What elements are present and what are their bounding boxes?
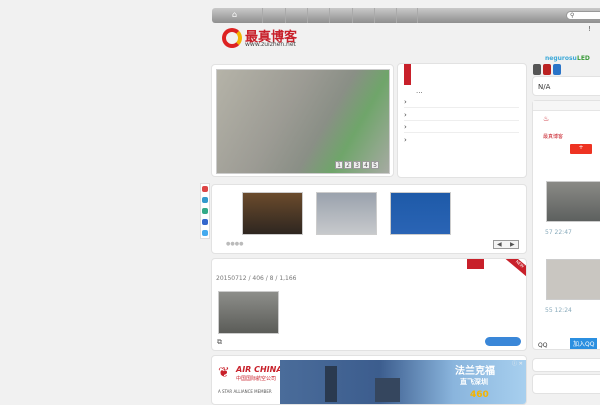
next-button[interactable]: ▶	[510, 241, 515, 248]
ad-brand: AIR CHINA	[236, 365, 283, 374]
sidebar-thumb[interactable]	[546, 181, 600, 222]
list-item[interactable]: ›	[404, 96, 519, 108]
list-item[interactable]: ›	[404, 109, 519, 121]
follow-button[interactable]: +	[570, 144, 592, 154]
user-status-panel: N/A	[532, 76, 600, 96]
renren-icon[interactable]	[202, 219, 208, 225]
slider-page[interactable]: 5	[371, 161, 379, 169]
slider-image[interactable]	[216, 69, 390, 174]
ad-headline: 法兰克福	[455, 366, 495, 377]
top-nav-bar: ⌂ ⚲	[212, 8, 600, 23]
ad-price: 460	[470, 390, 489, 400]
share-bar	[200, 183, 210, 239]
share-more-icon[interactable]	[202, 230, 208, 236]
weibo-icon[interactable]	[202, 186, 208, 192]
slider-page[interactable]: 3	[353, 161, 361, 169]
theme-red[interactable]	[543, 64, 551, 75]
top-right-mark: !	[588, 25, 591, 33]
list-item[interactable]: ›	[404, 121, 519, 133]
gallery-image[interactable]	[316, 192, 377, 235]
theme-dark[interactable]	[533, 64, 541, 75]
fire-icon: ♨	[543, 115, 550, 123]
slider-page[interactable]: 2	[344, 161, 352, 169]
theme-blue[interactable]	[553, 64, 561, 75]
star-icon[interactable]	[202, 208, 208, 214]
qq-label: QQ	[538, 342, 548, 349]
ad-alliance: A STAR ALLIANCE MEMBER	[218, 389, 272, 394]
ad-brand-cn: 中国国际航空公司	[236, 376, 277, 382]
search-input[interactable]: ⚲	[566, 11, 600, 20]
post-list-panel: ... › › › ›	[397, 63, 527, 178]
gallery-nav: ◀ ▶	[493, 240, 519, 249]
user-status: N/A	[538, 83, 551, 91]
ad-image: 法兰克福 直飞深圳 460 ⓘ ✕	[280, 360, 526, 404]
gallery-dots[interactable]: ●●●●	[226, 241, 243, 247]
search-icon: ⚲	[570, 12, 575, 19]
list-ellipsis: ...	[416, 87, 423, 95]
mini-logo: 最真博客	[543, 134, 564, 140]
category-tag[interactable]	[467, 259, 484, 269]
featured-slider: 12345	[211, 64, 394, 177]
sidebar-widget-3	[532, 374, 600, 394]
username-link[interactable]: negurosu	[545, 55, 577, 62]
post-meta: 20150712 / 406 / 8 / 1,166	[216, 275, 297, 282]
prev-button[interactable]: ◀	[497, 241, 502, 248]
logo-url: www.zuizhen.net	[245, 41, 296, 48]
logo-icon	[222, 28, 242, 48]
sidebar-widget: ♨ 最真博客 + 57 22:47 55 12:24 QQ 加入QQ	[532, 100, 600, 350]
air-china-logo-icon: ❦	[218, 365, 230, 381]
user-tag: LED	[577, 55, 590, 62]
ad-sub: 直飞深圳	[460, 378, 488, 386]
new-badge: NEW	[504, 259, 526, 278]
slider-page[interactable]: 4	[362, 161, 370, 169]
gallery-image[interactable]	[242, 192, 303, 235]
ad-banner[interactable]: ❦ AIR CHINA 中国国际航空公司 A STAR ALLIANCE MEM…	[211, 355, 527, 405]
slider-page[interactable]: 1	[335, 161, 343, 169]
post-card: NEW 20150712 / 406 / 8 / 1,166 ⧉	[211, 258, 527, 351]
slider-pagination: 12345	[334, 161, 379, 169]
section-marker	[404, 64, 411, 85]
ad-close-icon[interactable]: ⓘ ✕	[512, 360, 523, 367]
read-more-button[interactable]	[485, 337, 521, 346]
sidebar-time: 57 22:47	[545, 229, 572, 236]
post-thumbnail[interactable]	[218, 291, 279, 334]
comment-icon: ⧉	[217, 338, 222, 346]
site-logo[interactable]: 最真博客 www.zuizhen.net	[220, 26, 305, 50]
sidebar-thumb[interactable]	[546, 259, 600, 300]
list-item[interactable]: ›	[404, 134, 519, 146]
join-qq-button[interactable]: 加入QQ	[570, 338, 598, 349]
gallery-image[interactable]	[390, 192, 451, 235]
qzone-icon[interactable]	[202, 197, 208, 203]
sidebar-time: 55 12:24	[545, 307, 572, 314]
sidebar-widget-2	[532, 358, 600, 372]
gallery-carousel: ●●●● ◀ ▶	[211, 184, 527, 254]
home-icon[interactable]: ⌂	[232, 10, 237, 19]
